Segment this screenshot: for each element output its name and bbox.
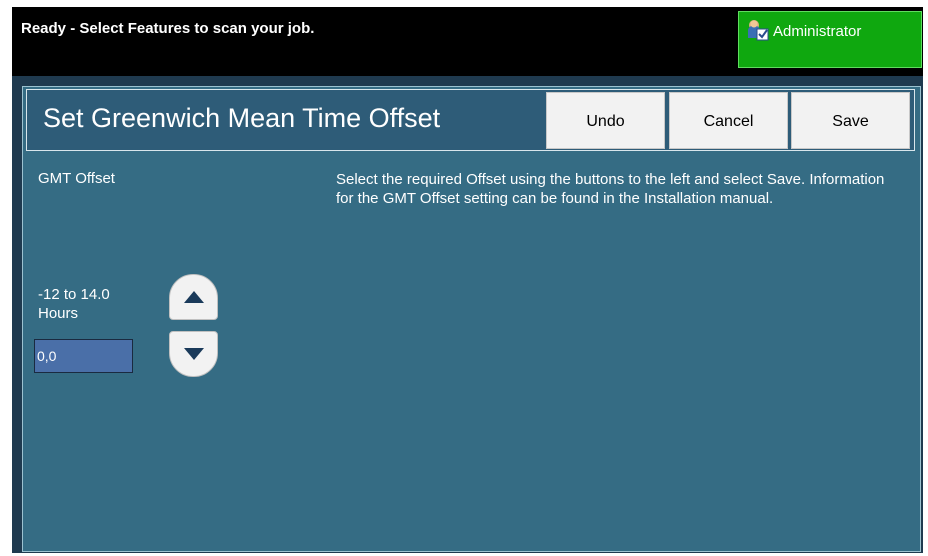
decrement-button[interactable] [169, 331, 218, 377]
status-message: Ready - Select Features to scan your job… [21, 20, 315, 37]
triangle-up-icon [184, 291, 204, 303]
increment-button[interactable] [169, 274, 218, 320]
dialog-title-bar: Set Greenwich Mean Time Offset Undo Canc… [26, 89, 915, 151]
administrator-icon [745, 18, 769, 42]
cancel-button[interactable]: Cancel [669, 92, 788, 149]
offset-range-text: -12 to 14.0 [38, 286, 110, 303]
offset-range-label: -12 to 14.0 Hours [38, 285, 110, 323]
page-title: Set Greenwich Mean Time Offset [43, 103, 441, 133]
administrator-button[interactable]: Administrator [738, 11, 922, 68]
gmt-offset-label: GMT Offset [38, 170, 115, 187]
undo-button[interactable]: Undo [546, 92, 665, 149]
administrator-label: Administrator [773, 23, 862, 40]
save-button[interactable]: Save [791, 92, 910, 149]
gmt-offset-input[interactable] [34, 339, 133, 373]
triangle-down-icon [184, 348, 204, 360]
instructions-text: Select the required Offset using the but… [336, 171, 885, 207]
offset-units-text: Hours [38, 305, 79, 322]
status-bar: Ready - Select Features to scan your job… [12, 7, 923, 76]
dialog-panel [22, 86, 921, 552]
